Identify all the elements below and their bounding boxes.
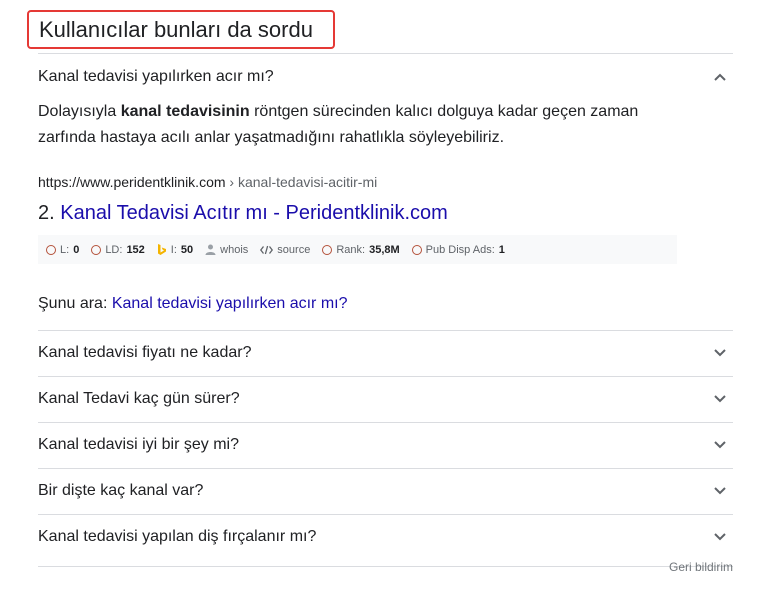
result-number: 2.	[38, 202, 61, 224]
seo-linking-domains-metric[interactable]: LD: 152	[91, 243, 145, 256]
chevron-up-icon[interactable]	[713, 70, 727, 84]
seo-source-label: source	[277, 243, 311, 256]
person-icon	[205, 244, 216, 255]
seo-l-value: 0	[73, 243, 80, 256]
question-text: Kanal Tedavi kaç gün sürer?	[38, 390, 240, 407]
seo-rank-value: 35,8M	[369, 243, 400, 256]
citation-path: › kanal-tedavisi-acitir-mi	[225, 174, 378, 190]
divider	[38, 53, 733, 54]
seo-bing-index-metric[interactable]: I: 50	[157, 243, 194, 256]
circle-icon	[322, 244, 333, 255]
chevron-down-icon[interactable]	[713, 392, 727, 406]
seo-pub-value: 1	[498, 243, 505, 256]
chevron-down-icon[interactable]	[713, 438, 727, 452]
question-text: Kanal tedavisi fiyatı ne kadar?	[38, 344, 252, 361]
seo-ld-value: 152	[126, 243, 145, 256]
search-for-label: Şunu ara:	[38, 295, 112, 312]
result-title-link[interactable]: Kanal Tedavisi Acıtır mı - Peridentklini…	[60, 202, 448, 224]
search-for-line: Şunu ara: Kanal tedavisi yapılırken acır…	[38, 295, 348, 313]
seo-whois-label: whois	[220, 243, 249, 256]
seo-links-metric[interactable]: L: 0	[46, 244, 79, 256]
chevron-down-icon[interactable]	[713, 484, 727, 498]
answer-text-start: Dolayısıyla	[38, 103, 121, 120]
seo-pub-label: Pub Disp Ads:	[425, 243, 495, 256]
code-icon	[260, 245, 274, 254]
seo-ld-label: LD:	[105, 243, 123, 256]
seo-source-link[interactable]: source	[260, 244, 310, 256]
expanded-question-row[interactable]: Kanal tedavisi yapılırken acır mı?	[38, 55, 733, 99]
question-row[interactable]: Kanal Tedavi kaç gün sürer?	[38, 377, 733, 421]
question-text: Bir dişte kaç kanal var?	[38, 482, 204, 499]
result-citation: https://www.peridentklinik.com › kanal-t…	[38, 174, 377, 190]
seo-toolbar: L: 0 LD: 152 I: 50 whois source Rank: 35…	[38, 235, 677, 264]
search-for-link[interactable]: Kanal tedavisi yapılırken acır mı?	[112, 295, 348, 312]
question-row[interactable]: Kanal tedavisi fiyatı ne kadar?	[38, 331, 733, 375]
expanded-question-text: Kanal tedavisi yapılırken acır mı?	[38, 68, 274, 85]
seo-i-label: I:	[170, 243, 177, 256]
circle-icon	[46, 244, 56, 255]
bing-icon	[157, 243, 166, 255]
question-text: Kanal tedavisi yapılan diş fırçalanır mı…	[38, 528, 317, 545]
seo-i-value: 50	[180, 243, 194, 256]
seo-rank-label: Rank:	[336, 243, 366, 256]
section-title: Kullanıcılar bunları da sordu	[39, 17, 313, 42]
result-heading: 2. Kanal Tedavisi Acıtır mı - Peridentkl…	[38, 199, 448, 227]
feedback-link[interactable]: Geri bildirim	[669, 560, 733, 574]
answer-text-bold: kanal tedavisinin	[120, 103, 250, 120]
seo-whois-link[interactable]: whois	[205, 244, 248, 256]
seo-rank-metric[interactable]: Rank: 35,8M	[322, 243, 400, 256]
seo-l-label: L:	[60, 243, 70, 256]
circle-icon	[411, 244, 422, 255]
chevron-down-icon[interactable]	[713, 530, 727, 544]
question-row[interactable]: Bir dişte kaç kanal var?	[38, 469, 733, 513]
circle-icon	[91, 244, 102, 255]
seo-pub-disp-ads-metric[interactable]: Pub Disp Ads: 1	[411, 243, 505, 256]
divider	[38, 566, 733, 567]
chevron-down-icon[interactable]	[713, 346, 727, 360]
question-row[interactable]: Kanal tedavisi iyi bir şey mi?	[38, 423, 733, 467]
citation-domain: https://www.peridentklinik.com	[38, 174, 226, 190]
answer-snippet: Dolayısıyla kanal tedavisinin röntgen sü…	[38, 99, 698, 151]
question-row[interactable]: Kanal tedavisi yapılan diş fırçalanır mı…	[38, 515, 733, 559]
question-text: Kanal tedavisi iyi bir şey mi?	[38, 436, 239, 453]
